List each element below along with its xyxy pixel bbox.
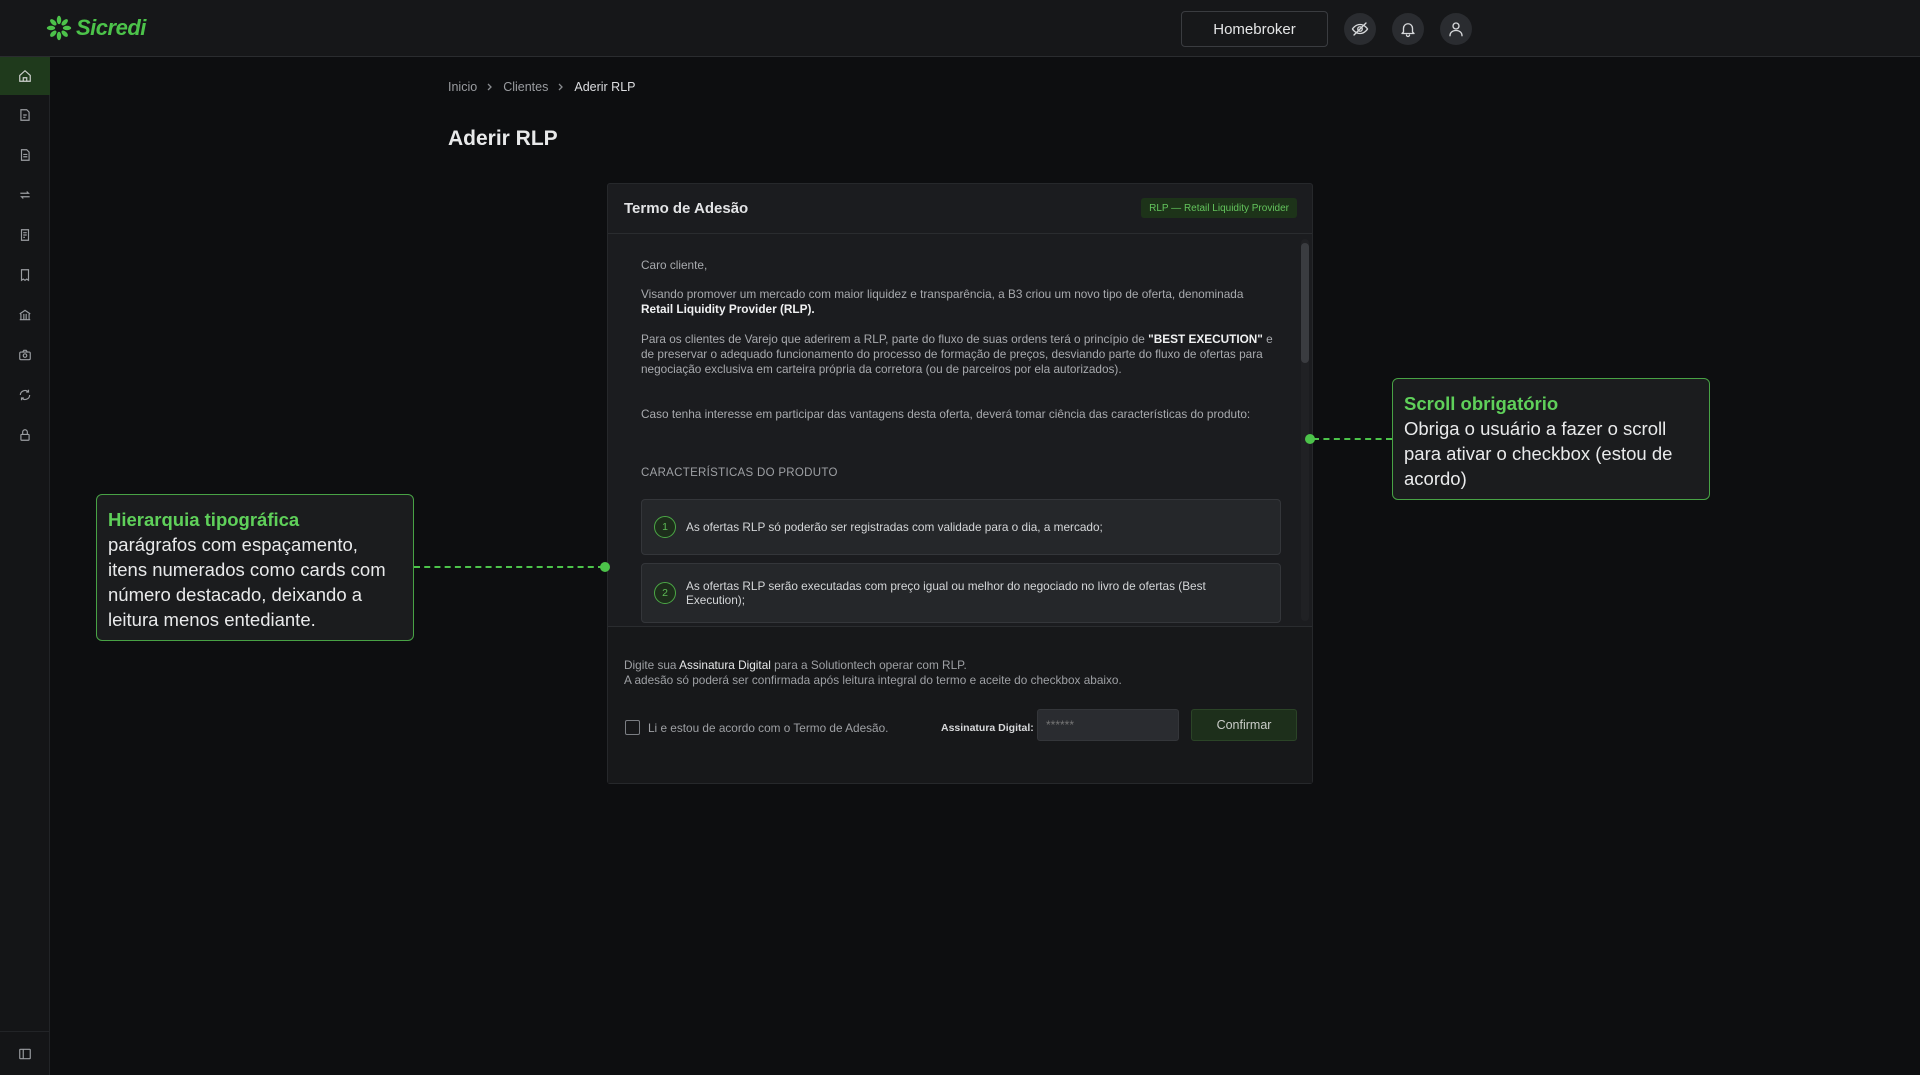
document-icon (20, 149, 30, 161)
brand-name: Sicredi (76, 15, 146, 40)
receipt-icon (20, 269, 30, 282)
report-icon (20, 229, 30, 241)
feature-number: 1 (654, 516, 676, 538)
term-card-header: Termo de Adesão RLP — Retail Liquidity P… (608, 184, 1312, 234)
user-icon[interactable] (1440, 13, 1472, 45)
signature-label: Assinatura Digital: (941, 722, 1034, 734)
term-paragraph-1: Visando promover um mercado com maior li… (641, 287, 1244, 316)
term-scrollbar[interactable] (1301, 239, 1309, 621)
exchange-icon (20, 191, 30, 199)
feature-card-1: 1 As ofertas RLP só poderão ser registra… (641, 499, 1281, 555)
sidebar-item-2[interactable] (0, 96, 50, 134)
chevron-right-icon (487, 83, 493, 91)
sicredi-logo-icon (46, 15, 72, 41)
annotation-title: Scroll obrigatório (1404, 393, 1559, 414)
agree-checkbox-label[interactable]: Li e estou de acordo com o Termo de Ades… (648, 721, 888, 735)
connector-line-right (1313, 438, 1392, 440)
sidebar-item-10[interactable] (0, 416, 50, 454)
sidebar-toggle-icon (19, 1048, 31, 1059)
confirm-button[interactable]: Confirmar (1191, 709, 1297, 741)
feature-text: As ofertas RLP só poderão ser registrada… (686, 520, 1103, 534)
annotation-body: parágrafos com espaçamento, itens numera… (108, 534, 386, 630)
top-bar: Sicredi Homebroker (0, 0, 1920, 57)
footer-instructions: Digite sua Assinatura Digital para a Sol… (624, 658, 1122, 687)
sidebar-item-8[interactable] (0, 336, 50, 374)
homebroker-button[interactable]: Homebroker (1181, 11, 1328, 47)
sidebar (0, 57, 50, 1075)
sidebar-item-3[interactable] (0, 136, 50, 174)
eye-off-icon[interactable] (1344, 13, 1376, 45)
breadcrumb-current: Aderir RLP (574, 80, 636, 94)
sidebar-item-7[interactable] (0, 296, 50, 334)
connector-dot-left (600, 562, 610, 572)
breadcrumb-inicio[interactable]: Inicio (448, 80, 477, 94)
sidebar-item-9[interactable] (0, 376, 50, 414)
annotation-typography: Hierarquia tipográfica parágrafos com es… (96, 494, 414, 641)
home-icon (19, 69, 31, 82)
sidebar-item-6[interactable] (0, 256, 50, 294)
feature-number: 2 (654, 582, 676, 604)
chevron-right-icon (558, 83, 564, 91)
term-paragraph-3: Caso tenha interesse em participar das v… (641, 407, 1251, 421)
scrollbar-thumb[interactable] (1301, 243, 1309, 363)
page-title: Aderir RLP (448, 127, 558, 150)
annotation-title: Hierarquia tipográfica (108, 509, 300, 530)
sidebar-item-home[interactable] (0, 57, 50, 95)
annotation-scroll: Scroll obrigatório Obriga o usuário a fa… (1392, 378, 1710, 500)
connector-dot-right (1305, 434, 1315, 444)
term-card: Termo de Adesão RLP — Retail Liquidity P… (607, 183, 1313, 784)
breadcrumb: Inicio Clientes Aderir RLP (448, 80, 636, 94)
term-greeting: Caro cliente, (641, 258, 708, 272)
sidebar-item-5[interactable] (0, 216, 50, 254)
breadcrumb-clientes[interactable]: Clientes (503, 80, 548, 94)
lock-icon (20, 429, 30, 441)
section-title: CARACTERÍSTICAS DO PRODUTO (641, 467, 838, 479)
term-title: Termo de Adesão (624, 200, 749, 217)
camera-icon (19, 349, 31, 361)
sync-icon (19, 389, 31, 401)
feature-card-2: 2 As ofertas RLP serão executadas com pr… (641, 563, 1281, 623)
term-footer: Digite sua Assinatura Digital para a Sol… (608, 626, 1312, 783)
connector-line-left (414, 566, 604, 568)
bell-icon[interactable] (1392, 13, 1424, 45)
agree-checkbox[interactable] (625, 720, 640, 735)
brand-logo[interactable]: Sicredi (46, 14, 146, 42)
annotation-body: Obriga o usuário a fazer o scroll para a… (1404, 418, 1673, 489)
term-paragraph-2: Para os clientes de Varejo que aderirem … (641, 332, 1273, 376)
feature-text: As ofertas RLP serão executadas com preç… (686, 579, 1206, 607)
signature-input[interactable] (1037, 709, 1179, 741)
bank-icon (19, 309, 31, 321)
term-scroll-area[interactable]: Caro cliente, Visando promover um mercad… (608, 235, 1312, 626)
rlp-badge: RLP — Retail Liquidity Provider (1141, 198, 1297, 218)
sidebar-item-4[interactable] (0, 176, 50, 214)
document-edit-icon (20, 109, 30, 121)
sidebar-toggle[interactable] (0, 1031, 50, 1075)
